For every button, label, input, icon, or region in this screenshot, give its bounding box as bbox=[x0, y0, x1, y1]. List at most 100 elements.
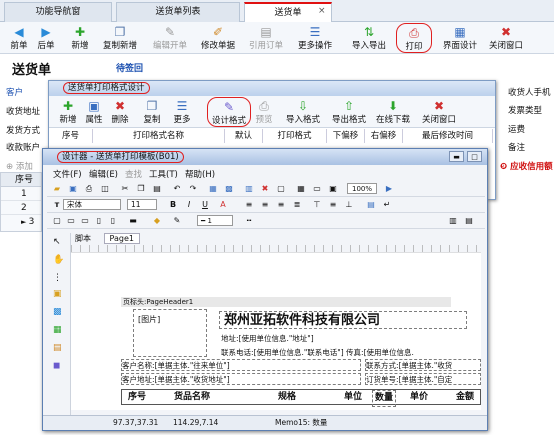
justify-icon[interactable]: ≣ bbox=[291, 199, 303, 210]
redo-icon[interactable]: ↷ bbox=[187, 183, 199, 194]
print-icon[interactable]: ⎙ bbox=[83, 183, 95, 194]
table-icon[interactable]: ▩ bbox=[223, 183, 235, 194]
new-button[interactable]: ✚ 新增 bbox=[64, 23, 96, 53]
d-download-button[interactable]: ⬇ 在线下载 bbox=[373, 97, 413, 127]
preview-icon[interactable]: ◫ bbox=[99, 183, 111, 194]
align-center-icon[interactable]: ≡ bbox=[259, 199, 271, 210]
delete-icon[interactable]: ✖ bbox=[259, 183, 271, 194]
th-amount[interactable]: 金额 bbox=[456, 390, 474, 405]
phone-field[interactable]: 联系电话:[使用单位信息."联系电话"] 传真:[使用单位信息. bbox=[221, 347, 414, 358]
d-copy-button[interactable]: ❐ 复制 bbox=[141, 97, 163, 127]
add-row-button[interactable]: ⊕ 添加 bbox=[6, 160, 33, 172]
chart-icon[interactable]: ▥ bbox=[447, 215, 459, 226]
order-no-field[interactable]: 订货单号:[单据主体."自定 bbox=[365, 373, 481, 385]
format-icon[interactable]: ▤ bbox=[365, 199, 377, 210]
zoom-select[interactable]: 100% bbox=[347, 183, 377, 194]
menu-help[interactable]: 帮助(H) bbox=[185, 168, 215, 180]
col-header[interactable]: 默认 bbox=[225, 129, 263, 143]
menu-file[interactable]: 文件(F) bbox=[53, 168, 82, 180]
border-icon[interactable]: ▢ bbox=[51, 215, 63, 226]
th-spec[interactable]: 规格 bbox=[278, 390, 296, 405]
cut-icon[interactable]: ✂ bbox=[119, 183, 131, 194]
col-header[interactable]: 打印格式名称 bbox=[93, 129, 225, 143]
import-export-button[interactable]: ⇅ 导入导出 bbox=[346, 23, 392, 53]
tab-page1[interactable]: Page1 bbox=[103, 233, 141, 244]
maximize-icon[interactable]: □ bbox=[467, 151, 482, 162]
d-import-button[interactable]: ⇩ 导入格式 bbox=[283, 97, 323, 127]
customer-address-field[interactable]: 客户地址:[单据主体."收货地址"] bbox=[121, 373, 361, 385]
line-color-icon[interactable]: ✎ bbox=[171, 215, 183, 226]
th-price[interactable]: 单价 bbox=[410, 390, 428, 405]
th-name[interactable]: 货品名称 bbox=[174, 390, 210, 405]
font-color-icon[interactable]: A bbox=[217, 199, 229, 210]
col-header[interactable]: 右偏移 bbox=[365, 129, 403, 143]
d-preview-button[interactable]: ⎙ 预览 bbox=[253, 97, 275, 127]
undo-icon[interactable]: ↶ bbox=[171, 183, 183, 194]
bars-icon[interactable]: ▤ bbox=[463, 215, 475, 226]
band-header[interactable]: 页标头:PageHeader1 bbox=[121, 297, 451, 307]
fit-icon[interactable]: ▣ bbox=[327, 183, 339, 194]
col-header[interactable]: 序号 bbox=[49, 129, 93, 143]
border-left-icon[interactable]: ▯ bbox=[93, 215, 105, 226]
paste-icon[interactable]: ▤ bbox=[151, 183, 163, 194]
shape-tool-icon[interactable]: ◼ bbox=[53, 361, 60, 371]
fill-color-icon[interactable]: ▬ bbox=[127, 215, 139, 226]
band-tool-icon[interactable]: ▤ bbox=[53, 343, 62, 353]
menu-find[interactable]: 查找 bbox=[125, 168, 142, 180]
ui-design-button[interactable]: ▦ 界面设计 bbox=[440, 23, 480, 53]
grid-icon[interactable]: ▦ bbox=[207, 183, 219, 194]
font-select[interactable]: 宋体 bbox=[63, 199, 121, 210]
image-box[interactable]: [图片] bbox=[133, 309, 207, 357]
italic-icon[interactable]: I bbox=[183, 199, 195, 210]
table-tool-icon[interactable]: ▦ bbox=[53, 325, 62, 335]
menu-edit[interactable]: 编辑(E) bbox=[89, 168, 118, 180]
valign-mid-icon[interactable]: ≡ bbox=[327, 199, 339, 210]
th-seq[interactable]: 序号 bbox=[128, 390, 146, 405]
valign-top-icon[interactable]: ⊤ bbox=[311, 199, 323, 210]
grid-row[interactable]: 2 bbox=[1, 201, 41, 215]
edit-button[interactable]: ✎ 编辑开单 bbox=[150, 23, 190, 53]
image-tool-icon[interactable]: ▩ bbox=[53, 307, 62, 317]
col-header[interactable]: 下偏移 bbox=[327, 129, 365, 143]
tab-nav[interactable]: 功能导航窗 bbox=[4, 2, 112, 22]
quote-button[interactable]: ▤ 引用订单 bbox=[246, 23, 286, 53]
ruler-icon[interactable]: ▭ bbox=[311, 183, 323, 194]
page-icon[interactable]: ▢ bbox=[275, 183, 287, 194]
d-delete-button[interactable]: ✖ 删除 bbox=[109, 97, 131, 127]
bold-icon[interactable]: B bbox=[167, 199, 179, 210]
copy-icon[interactable]: ❐ bbox=[135, 183, 147, 194]
grid-row[interactable]: ► 3 bbox=[1, 215, 41, 229]
align-left-icon[interactable]: ≡ bbox=[243, 199, 255, 210]
run-icon[interactable]: ▶ bbox=[383, 183, 395, 194]
save-icon[interactable]: ▣ bbox=[67, 183, 79, 194]
valign-bottom-icon[interactable]: ⊥ bbox=[343, 199, 355, 210]
align-right-icon[interactable]: ≡ bbox=[275, 199, 287, 210]
first-button[interactable]: ◀ 前单 bbox=[6, 23, 32, 53]
customer-name-field[interactable]: 客户名称:[单据主体."往来单位"] bbox=[121, 359, 361, 371]
zoom-icon[interactable]: ⋮ bbox=[53, 273, 62, 283]
text-tool-icon[interactable]: ▣ bbox=[53, 289, 62, 299]
col-header[interactable]: 打印格式 bbox=[263, 129, 327, 143]
highlight-icon[interactable]: ◆ bbox=[151, 215, 163, 226]
pointer-icon[interactable]: ↖ bbox=[53, 237, 61, 247]
open-icon[interactable]: ▰ bbox=[51, 183, 63, 194]
d-close-button[interactable]: ✖ 关闭窗口 bbox=[419, 97, 459, 127]
menu-tools[interactable]: 工具(T) bbox=[149, 168, 178, 180]
close-icon[interactable]: × bbox=[318, 6, 326, 16]
modify-button[interactable]: ✐ 修改单据 bbox=[198, 23, 238, 53]
minimize-icon[interactable]: ▬ bbox=[449, 151, 464, 162]
d-new-button[interactable]: ✚ 新增 bbox=[57, 97, 79, 127]
copy-new-button[interactable]: ❐ 复制新增 bbox=[100, 23, 140, 53]
address-field[interactable]: 地址:[使用单位信息."地址"] bbox=[221, 333, 314, 344]
th-unit[interactable]: 单位 bbox=[344, 390, 362, 405]
d-export-button[interactable]: ⇧ 导出格式 bbox=[329, 97, 369, 127]
d-design-button[interactable]: ✎ 设计格式 bbox=[207, 97, 251, 127]
border-bottom-icon[interactable]: ▭ bbox=[79, 215, 91, 226]
th-qty[interactable]: 数量 bbox=[372, 390, 397, 407]
snap-icon[interactable]: ▦ bbox=[295, 183, 307, 194]
grid-row[interactable]: 1 bbox=[1, 187, 41, 201]
border-top-icon[interactable]: ▭ bbox=[65, 215, 77, 226]
close-window-button[interactable]: ✖ 关闭窗口 bbox=[486, 23, 526, 53]
underline-icon[interactable]: U bbox=[199, 199, 211, 210]
contact-field[interactable]: 联系方式:[单据主体."收货 bbox=[365, 359, 481, 371]
